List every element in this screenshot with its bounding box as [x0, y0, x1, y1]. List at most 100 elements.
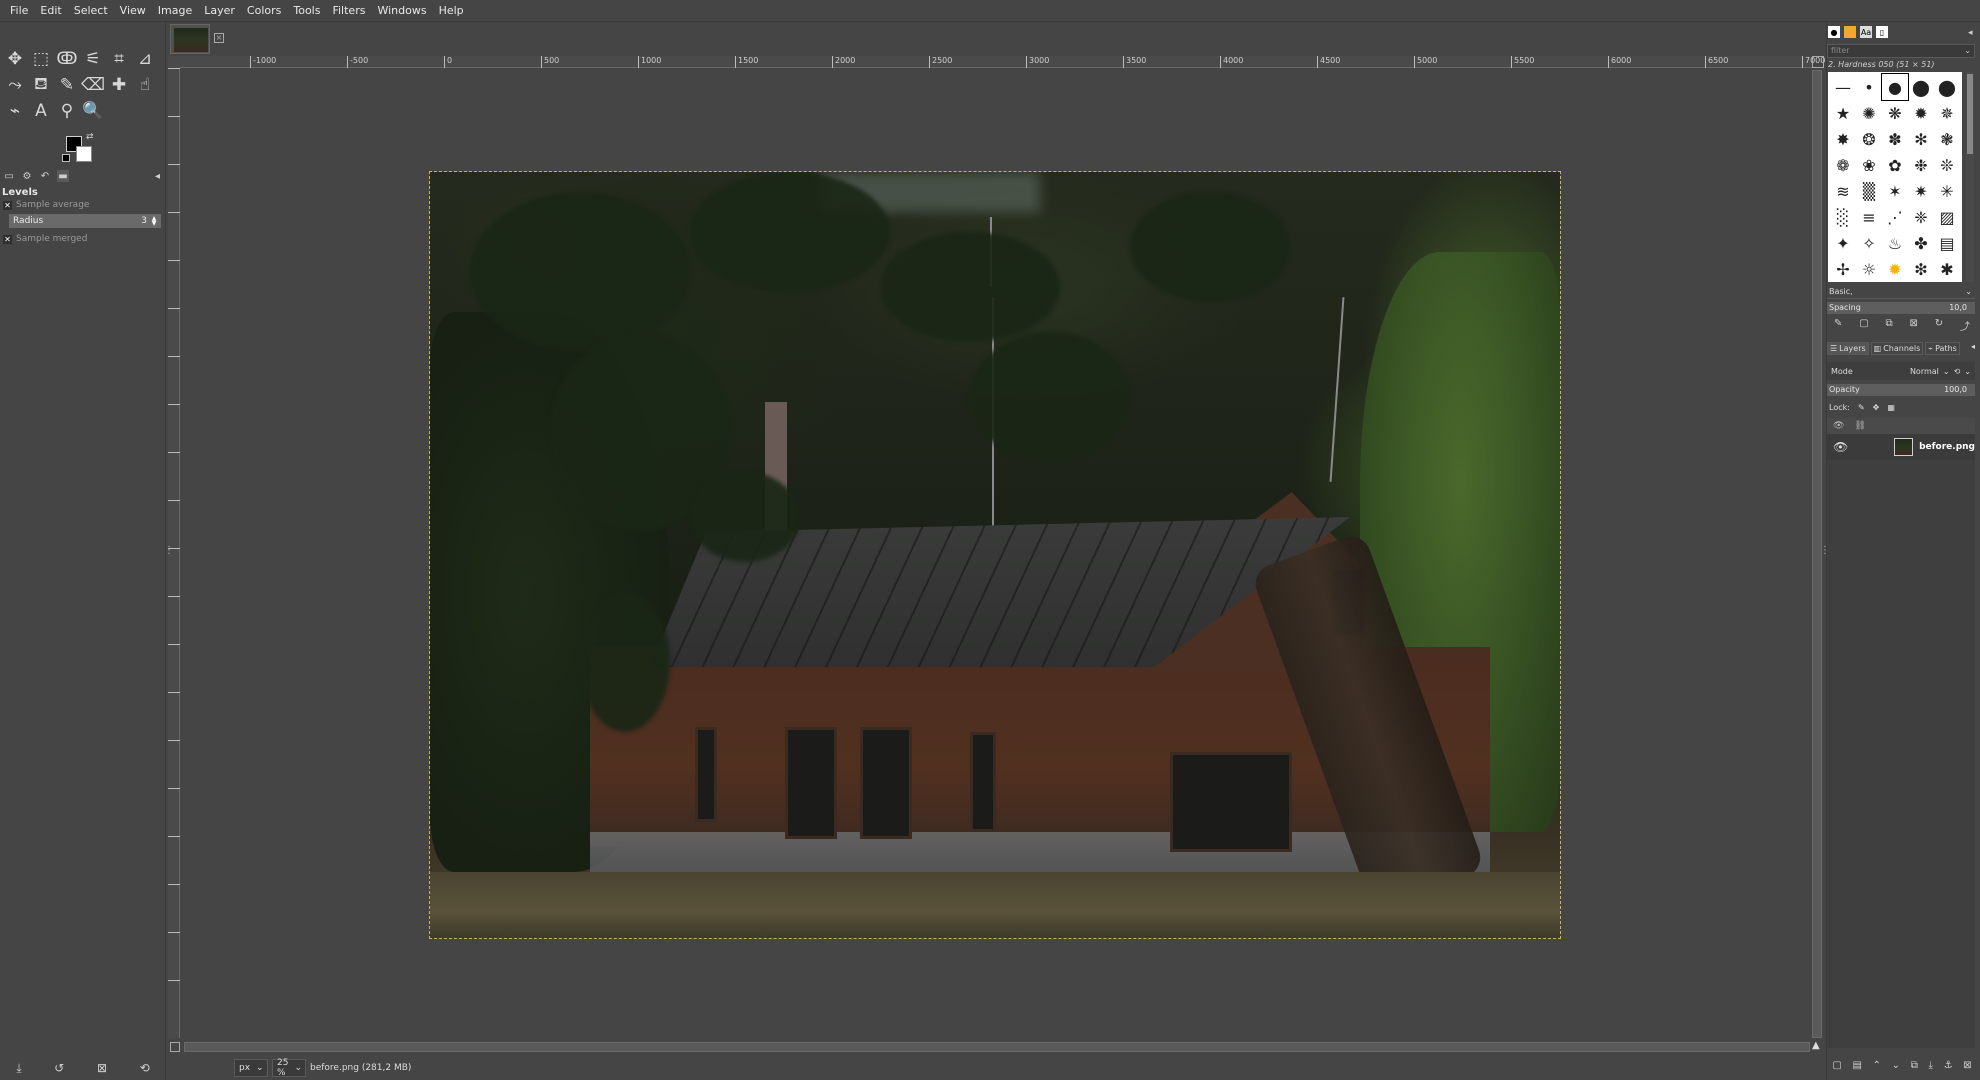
menu-layer[interactable]: Layer	[198, 0, 241, 22]
brush-preview[interactable]: ★	[1830, 100, 1856, 126]
spin-arrows-icon[interactable]: ▲ ▼	[151, 216, 157, 227]
checkbox-checked-icon[interactable]: ✕	[3, 234, 12, 244]
chevron-down-icon[interactable]: ⌄	[1943, 367, 1950, 376]
brush-preview[interactable]: ❇	[1908, 256, 1934, 282]
ruler-corner[interactable]	[168, 56, 180, 68]
brush-preview[interactable]: ❂	[1856, 126, 1882, 152]
tab-layers[interactable]: ☰ Layers	[1827, 342, 1869, 355]
duplicate-brush-icon[interactable]: ⧉	[1886, 318, 1893, 332]
dock-resize-handle[interactable]: ⋮	[164, 545, 174, 556]
brushes-tab-icon[interactable]: ●	[1828, 26, 1840, 38]
scrollbar-thumb[interactable]	[1967, 74, 1973, 154]
sample-merged-option[interactable]: ✕ Sample merged	[3, 232, 163, 246]
brush-preview[interactable]: ✢	[1830, 256, 1856, 282]
brush-preview[interactable]: ⋰	[1882, 204, 1908, 230]
brush-preview[interactable]: ✳	[1934, 178, 1960, 204]
brush-preview[interactable]: ▒	[1856, 178, 1882, 204]
brush-preview[interactable]: ✤	[1908, 230, 1934, 256]
brush-preview[interactable]: —	[1830, 74, 1856, 100]
menu-image[interactable]: Image	[152, 0, 198, 22]
color-picker-tool-icon[interactable]: ⚲	[54, 98, 80, 124]
tool-options-tab-icon[interactable]: ▭	[3, 170, 15, 182]
open-brush-icon[interactable]: ⤴	[1960, 318, 1970, 333]
composite-mode-icon[interactable]: ⟲	[1954, 367, 1961, 376]
brush-tag-selector[interactable]: Basic, ⌄	[1827, 286, 1975, 299]
brush-preview[interactable]: ❉	[1908, 152, 1934, 178]
unified-transform-tool-icon[interactable]: ⊿	[132, 46, 158, 72]
brush-preview[interactable]: ✱	[1934, 256, 1960, 282]
menu-view[interactable]: View	[114, 0, 152, 22]
menu-edit[interactable]: Edit	[34, 0, 67, 22]
document-history-tab-icon[interactable]: ▯	[1876, 26, 1888, 38]
brush-preview[interactable]: •	[1856, 74, 1882, 100]
swap-colors-icon[interactable]: ⇄	[86, 132, 94, 142]
brush-preview[interactable]: ▤	[1934, 230, 1960, 256]
reset-options-icon[interactable]: ⟲	[140, 1061, 150, 1075]
brush-preview[interactable]: ✿	[1882, 152, 1908, 178]
brush-preview[interactable]: ✧	[1856, 230, 1882, 256]
brush-preview[interactable]: ≡	[1856, 204, 1882, 230]
merge-down-icon[interactable]: ⤓	[1929, 1060, 1933, 1076]
eraser-tool-icon[interactable]: ⌫	[80, 72, 106, 98]
brush-preview[interactable]: ✽	[1882, 126, 1908, 152]
refresh-brushes-icon[interactable]: ↻	[1935, 318, 1943, 332]
brush-preview[interactable]: ❈	[1908, 204, 1934, 230]
spacing-slider[interactable]: Spacing 10,0	[1827, 302, 1975, 314]
paintbrush-tool-icon[interactable]: ✎	[54, 72, 80, 98]
text-tool-icon[interactable]: A	[28, 98, 54, 124]
brush-preview[interactable]: ✹	[1882, 256, 1908, 282]
lasso-tool-icon[interactable]: ↂ	[54, 46, 80, 72]
move-tool-icon[interactable]: ✥	[2, 46, 28, 72]
patterns-tab-icon[interactable]	[1844, 26, 1856, 38]
tab-paths[interactable]: ⌁ Paths	[1925, 342, 1960, 355]
horizontal-ruler[interactable]: -1000 -500 0 500 1000 1500 2000 2500 3000 3500 400…	[180, 56, 1825, 68]
opacity-slider[interactable]: Opacity 100,0	[1827, 384, 1975, 396]
new-layer-group-icon[interactable]: ▤	[1852, 1060, 1861, 1076]
reset-colors-icon[interactable]	[62, 154, 70, 162]
undo-history-tab-icon[interactable]: ↶	[39, 170, 51, 182]
menu-filters[interactable]: Filters	[326, 0, 371, 22]
brush-preview[interactable]: ⬤	[1908, 74, 1934, 100]
chevron-down-icon[interactable]: ⌄	[1964, 45, 1971, 57]
navigate-icon[interactable]	[1812, 56, 1824, 68]
layer-name[interactable]: before.png	[1919, 442, 1975, 452]
tab-channels[interactable]: ▥ Channels	[1870, 342, 1924, 355]
radius-slider[interactable]: Radius 3 ▲ ▼	[9, 214, 161, 228]
checkbox-checked-icon[interactable]: ✕	[3, 200, 12, 210]
zoom-fit-icon[interactable]: ▲	[1812, 1040, 1820, 1051]
smudge-tool-icon[interactable]: ☝	[132, 72, 158, 98]
chevron-down-icon[interactable]: ⌄	[1964, 367, 1971, 376]
bucket-fill-tool-icon[interactable]: ⛾	[28, 72, 54, 98]
brush-preview[interactable]: ●	[1881, 73, 1909, 101]
image-canvas[interactable]	[429, 171, 1561, 939]
new-brush-icon[interactable]: ▢	[1859, 318, 1868, 332]
close-tab-icon[interactable]: ×	[214, 33, 224, 43]
dock-config-icon[interactable]: ◂	[1968, 28, 1973, 38]
lock-pixels-icon[interactable]: ✎	[1858, 403, 1865, 412]
brush-preview[interactable]: ✻	[1908, 126, 1934, 152]
new-layer-icon[interactable]: ▢	[1832, 1060, 1841, 1076]
menu-windows[interactable]: Windows	[371, 0, 432, 22]
zoom-selector[interactable]: 25 % ⌄	[272, 1058, 306, 1078]
brush-preview[interactable]: ☼	[1856, 256, 1882, 282]
fonts-tab-icon[interactable]: Aa	[1860, 26, 1872, 38]
brush-filter-input[interactable]: filter ⌄	[1827, 44, 1975, 58]
quick-mask-toggle[interactable]	[170, 1042, 180, 1052]
brush-preview[interactable]: ❀	[1856, 152, 1882, 178]
unit-selector[interactable]: px ⌄	[234, 1059, 268, 1077]
rect-select-tool-icon[interactable]: ⬚	[28, 46, 54, 72]
brush-preview[interactable]: ❋	[1882, 100, 1908, 126]
brush-preview[interactable]: ✶	[1882, 178, 1908, 204]
delete-options-icon[interactable]: ⊠	[97, 1061, 107, 1075]
anchor-layer-icon[interactable]: ⚓	[1944, 1060, 1953, 1076]
brush-preview[interactable]: ❊	[1934, 152, 1960, 178]
warp-transform-tool-icon[interactable]: ⤳	[2, 72, 28, 98]
layer-row[interactable]: 👁 before.png	[1827, 434, 1975, 460]
brush-preview[interactable]: ✷	[1908, 178, 1934, 204]
device-status-tab-icon[interactable]: ⚙	[21, 170, 33, 182]
zoom-tool-icon[interactable]: 🔍	[80, 98, 106, 124]
brush-preview[interactable]: ≋	[1830, 178, 1856, 204]
duplicate-layer-icon[interactable]: ⧉	[1911, 1060, 1918, 1076]
delete-layer-icon[interactable]: ⊠	[1963, 1060, 1971, 1076]
brush-scrollbar[interactable]	[1966, 72, 1974, 282]
